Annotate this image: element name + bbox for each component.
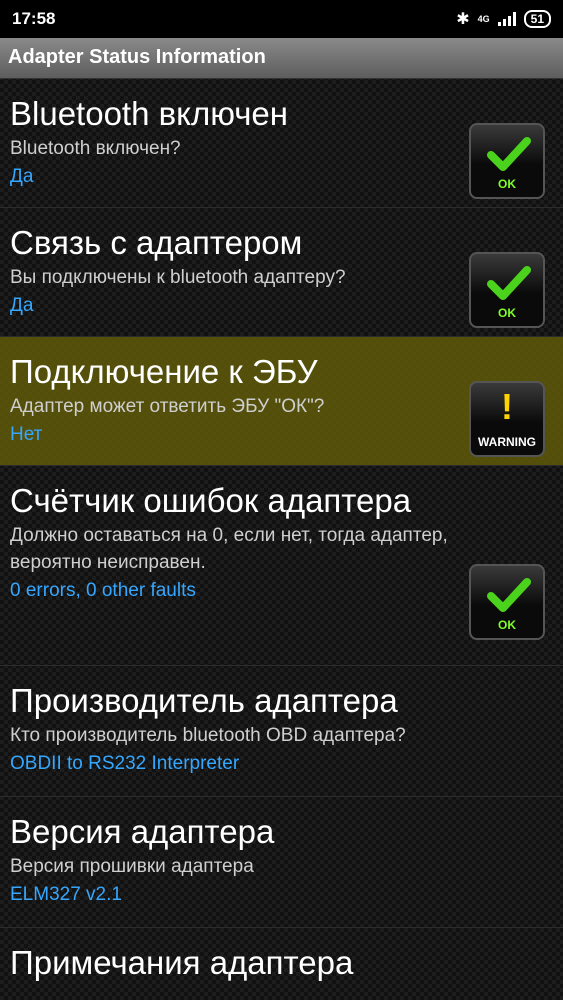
item-title: Производитель адаптера <box>10 682 398 719</box>
item-title: Счётчик ошибок адаптера <box>10 482 412 519</box>
item-value: Да <box>10 295 34 316</box>
badge-label: OK <box>498 618 516 632</box>
item-description: Версия прошивки адаптера <box>10 856 254 877</box>
item-title: Версия адаптера <box>10 813 275 850</box>
ok-badge: OK <box>469 564 545 640</box>
checkmark-icon <box>487 137 531 171</box>
status-list: Bluetooth включен Bluetooth включен? Да … <box>0 79 563 1000</box>
list-item-manufacturer[interactable]: Производитель адаптера Кто производитель… <box>0 666 563 797</box>
item-value: OBDII to RS232 Interpreter <box>10 753 240 774</box>
item-title: Примечания адаптера <box>10 944 354 981</box>
list-item-adapter-link[interactable]: Связь с адаптером Вы подключены к blueto… <box>0 208 563 337</box>
item-value: 0 errors, 0 other faults <box>10 580 196 601</box>
list-item-ecu-connection[interactable]: Подключение к ЭБУ Адаптер может ответить… <box>0 337 563 466</box>
badge-label: WARNING <box>478 435 536 449</box>
item-title: Подключение к ЭБУ <box>10 353 318 390</box>
badge-label: OK <box>498 177 516 191</box>
list-item-version[interactable]: Версия адаптера Версия прошивки адаптера… <box>0 797 563 928</box>
status-time: 17:58 <box>12 9 56 28</box>
bluetooth-icon: ✱ <box>456 11 470 28</box>
ok-badge: OK <box>469 123 545 199</box>
network-type: 4G <box>477 13 490 24</box>
item-title: Связь с адаптером <box>10 224 303 261</box>
warning-icon: ! <box>501 386 513 427</box>
status-bar: 17:58 ✱ 4G 51 <box>0 0 563 38</box>
item-description: Bluetooth включен? <box>10 138 181 159</box>
app-title-bar: Adapter Status Information <box>0 38 563 79</box>
item-value: Нет <box>10 424 43 445</box>
checkmark-icon <box>487 266 531 300</box>
item-value: Да <box>10 166 34 187</box>
item-description: Адаптер может ответить ЭБУ "ОК"? <box>10 396 325 417</box>
item-description: Кто производитель bluetooth OBD адаптера… <box>10 725 406 746</box>
ok-badge: OK <box>469 252 545 328</box>
item-title: Bluetooth включен <box>10 95 289 132</box>
warning-badge: ! WARNING <box>469 381 545 457</box>
item-value: ELM327 v2.1 <box>10 884 122 905</box>
list-item-bluetooth[interactable]: Bluetooth включен Bluetooth включен? Да … <box>0 79 563 208</box>
badge-label: OK <box>498 306 516 320</box>
battery-icon: 51 <box>523 10 551 28</box>
item-description: Вы подключены к bluetooth адаптеру? <box>10 267 346 288</box>
signal-icon <box>497 12 516 26</box>
checkmark-icon <box>487 578 531 612</box>
list-item-notes[interactable]: Примечания адаптера <box>0 928 563 1000</box>
status-icons: ✱ 4G 51 <box>456 9 551 29</box>
app-title: Adapter Status Information <box>8 46 266 68</box>
item-description: Должно оставаться на 0, если нет, тогда … <box>10 525 448 573</box>
list-item-error-counter[interactable]: Счётчик ошибок адаптера Должно оставатьс… <box>0 466 563 666</box>
